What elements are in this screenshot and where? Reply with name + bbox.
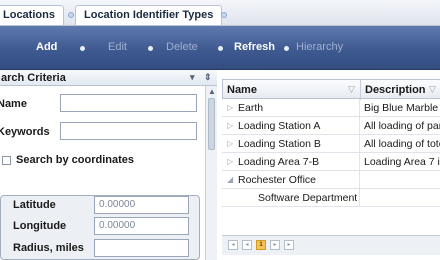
name-label: Name [0,98,27,110]
latitude-label: Latitude [13,199,56,211]
panel-title-label: arch Criteria [1,72,66,84]
toolbar: Add Edit Delete Refresh Hierarchy [0,26,440,70]
filter-icon[interactable]: ▽ [429,84,436,95]
caret-right-icon[interactable]: ▷ [227,121,233,130]
next-page-icon[interactable]: ▸ [270,240,280,250]
panel-scrollbar[interactable]: ▲ [205,86,217,260]
name-text: Loading Station A [238,120,321,132]
pin-icon[interactable]: ⇕ [204,72,212,83]
bullet-icon [218,46,223,51]
radius-label: Radius, miles [13,242,84,254]
keywords-field[interactable] [60,122,197,140]
bullet-icon [284,46,289,51]
table-row[interactable]: Software Department [222,189,440,207]
table-row[interactable]: ▷ Earth Big Blue Marble [222,99,440,117]
name-cell: ▷ Loading Station B [222,135,360,153]
hierarchy-button[interactable]: Hierarchy [296,41,343,57]
last-page-icon[interactable]: ▸ [284,240,294,250]
scrollbar-thumb[interactable] [208,98,215,150]
locations-grid-panel: Name ▽ Description ▽ ▷ Earth Big Blue Ma… [222,70,440,260]
description-cell [360,171,440,189]
name-cell: ▷ Earth [222,99,360,117]
longitude-field[interactable]: 0.00000 [94,217,189,235]
coordinates-group: Latitude 0.00000 Longitude 0.00000 Radiu… [0,195,200,260]
table-row[interactable]: ◢ Rochester Office [222,171,440,189]
bullet-icon [80,46,85,51]
edit-button[interactable]: Edit [108,41,127,57]
filter-icon[interactable]: ▽ [348,84,355,95]
tab-separator-icon [221,12,227,18]
search-by-coordinates-checkbox[interactable] [2,156,11,165]
column-header-name[interactable]: Name [223,80,361,100]
radius-field[interactable] [94,239,189,257]
name-cell: ◢ Rochester Office [222,171,360,189]
name-text: Loading Station B [238,138,321,150]
name-cell: ▷ Loading Station A [222,117,360,135]
refresh-button[interactable]: Refresh [234,41,275,57]
tab-locations[interactable]: Locations [0,5,64,25]
name-field[interactable] [60,94,197,112]
chevron-down-icon[interactable]: ▾ [190,72,195,83]
caret-right-icon[interactable]: ▷ [227,103,233,112]
name-cell: ▷ Loading Area 7-B [222,153,360,171]
description-cell: All loading of tote [364,138,440,150]
add-button[interactable]: Add [36,41,57,57]
pager: ◂ ◂ 1 ▸ ▸ [222,235,440,255]
scroll-up-icon[interactable]: ▲ [208,87,216,96]
latitude-field[interactable]: 0.00000 [94,196,189,214]
search-by-coordinates-label: Search by coordinates [16,154,134,166]
name-text: Loading Area 7-B [238,156,320,168]
longitude-label: Longitude [13,220,67,232]
table-row[interactable]: ▷ Loading Station B All loading of tote [222,135,440,153]
column-header-label: Name [227,84,257,96]
keywords-label: Keywords [0,126,50,138]
search-criteria-panel: arch Criteria ▾ ⇕ ▲ Name Keywords Search… [0,70,217,260]
name-cell: Software Department [222,189,360,207]
description-cell [360,189,440,207]
prev-page-icon[interactable]: ◂ [242,240,252,250]
bullet-icon [148,46,153,51]
description-cell: Big Blue Marble [364,102,439,114]
column-header-label: Description [365,84,426,96]
first-page-icon[interactable]: ◂ [228,240,238,250]
caret-right-icon[interactable]: ▷ [227,157,233,166]
name-text: Software Department [258,192,358,204]
description-cell: Loading Area 7 in [364,156,440,168]
caret-down-icon[interactable]: ◢ [227,175,233,184]
description-cell: All loading of par [364,120,440,132]
name-text: Earth [238,102,264,114]
grid-header: Name ▽ Description ▽ [222,79,440,100]
name-text: Rochester Office [238,174,317,186]
tab-separator-icon [68,12,74,18]
tab-location-identifier-types[interactable]: Location Identifier Types [75,5,223,25]
delete-button[interactable]: Delete [166,41,198,57]
table-row[interactable]: ▷ Loading Station A All loading of par [222,117,440,135]
page-number-button[interactable]: 1 [256,240,266,250]
caret-right-icon[interactable]: ▷ [227,139,233,148]
panel-title: arch Criteria ▾ ⇕ [0,70,217,86]
tab-strip: Locations Location Identifier Types [0,0,440,26]
table-row[interactable]: ▷ Loading Area 7-B Loading Area 7 in [222,153,440,171]
